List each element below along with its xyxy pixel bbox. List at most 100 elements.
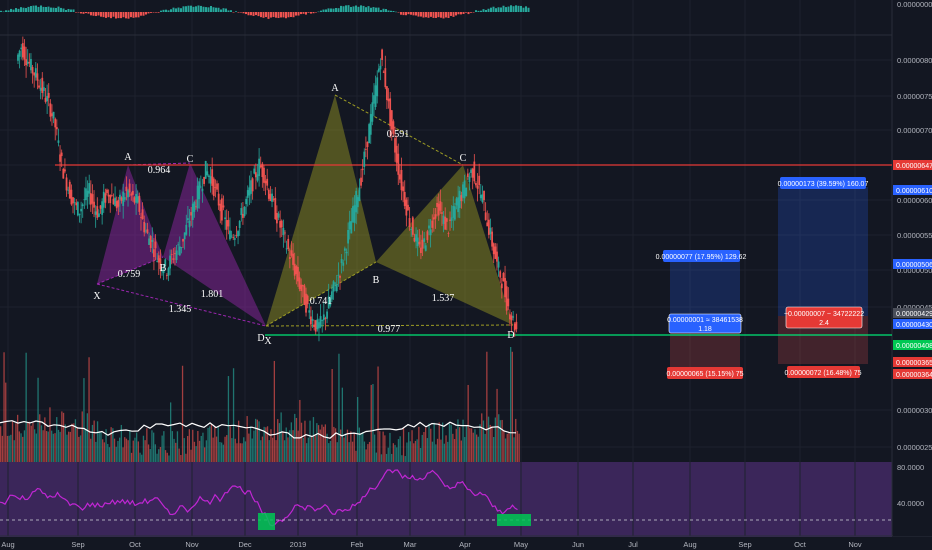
- volume-bar: [1, 435, 3, 462]
- candle-body: [185, 224, 188, 235]
- candle-body: [275, 212, 278, 224]
- volume-bar: [68, 431, 70, 462]
- macd-bar: [202, 6, 205, 12]
- volume-bar: [253, 430, 255, 462]
- volume-bar: [5, 382, 7, 462]
- long-ratio-label: 1.18: [698, 326, 712, 333]
- candle-body: [206, 171, 209, 176]
- price-tag: 0.00000610: [896, 188, 932, 195]
- candle-body: [398, 174, 401, 180]
- volume-bar: [324, 424, 326, 462]
- volume-bar: [214, 426, 216, 462]
- macd-axis-label: 0.00000000: [897, 0, 932, 9]
- candle-body: [225, 220, 228, 230]
- macd-bar: [355, 5, 357, 12]
- candle-body: [364, 148, 367, 150]
- volume-bar: [430, 428, 432, 462]
- candle-body: [115, 201, 118, 209]
- time-tick-label: Dec: [238, 540, 252, 549]
- candle-body: [369, 114, 372, 135]
- volume-bar: [37, 377, 39, 462]
- volume-bar: [333, 426, 335, 462]
- volume-bar: [300, 422, 303, 462]
- volume-bar: [209, 426, 211, 462]
- candle-body: [240, 208, 243, 215]
- candle-body: [123, 197, 126, 200]
- macd-bar: [322, 9, 325, 12]
- price-tag: 0.00000408: [896, 343, 932, 350]
- candle-body: [452, 205, 455, 218]
- volume-bar: [440, 439, 442, 462]
- volume-bar: [6, 435, 9, 462]
- volume-bar: [241, 443, 243, 462]
- candle-body: [88, 183, 91, 194]
- volume-bar: [292, 430, 294, 462]
- candle-body: [300, 284, 303, 291]
- volume-bar: [396, 447, 398, 462]
- macd-bar: [395, 11, 397, 13]
- trading-chart: 0.00000077 (17.95%) 129.62 0.00000001 ≈ …: [0, 0, 932, 550]
- macd-bar: [352, 6, 355, 12]
- candle-body: [174, 253, 176, 255]
- candle-body: [188, 220, 191, 228]
- candle-body: [343, 248, 346, 251]
- macd-bar: [40, 5, 42, 12]
- macd-bar: [462, 12, 465, 14]
- candle-body: [382, 71, 385, 73]
- volume-bar: [498, 414, 500, 462]
- macd-bar: [302, 12, 305, 14]
- candle-body: [479, 194, 482, 199]
- candle-body: [23, 46, 26, 60]
- volume-bar: [130, 452, 133, 462]
- candle-body: [269, 193, 272, 202]
- macd-bar: [237, 12, 240, 13]
- macd-bar: [85, 12, 87, 14]
- macd-bar: [102, 12, 105, 18]
- volume-bar: [358, 427, 360, 462]
- price-tick-label: 0.00000300: [897, 406, 932, 415]
- macd-bar: [247, 12, 250, 16]
- volume-bar: [124, 437, 126, 462]
- candle-body: [28, 62, 31, 64]
- time-tick-label: Aug: [1, 540, 14, 549]
- volume-bar: [450, 424, 452, 462]
- candle-body: [246, 190, 249, 198]
- volume-bar: [511, 351, 513, 462]
- macd-bar: [427, 12, 430, 18]
- candle-body: [350, 221, 353, 234]
- candle-body: [494, 246, 497, 259]
- pattern-1-point-x: X: [93, 291, 101, 302]
- candle-body: [437, 203, 440, 216]
- macd-bar: [92, 12, 95, 16]
- macd-bar: [295, 12, 297, 16]
- macd-bar: [35, 5, 37, 12]
- volume-bar: [416, 439, 418, 462]
- macd-bar: [215, 7, 217, 12]
- candle-body: [390, 110, 393, 130]
- candle-body: [99, 205, 102, 209]
- candle-body: [258, 158, 261, 177]
- volume-bar: [204, 447, 206, 462]
- macd-bar: [422, 12, 425, 18]
- candle-body: [449, 219, 451, 221]
- candle-body: [444, 216, 447, 230]
- candle-body: [60, 152, 63, 157]
- candle-body: [59, 154, 61, 162]
- volume-bar: [484, 433, 486, 462]
- candle-body: [54, 118, 57, 128]
- volume-bar: [280, 412, 282, 462]
- macd-bar: [392, 10, 395, 12]
- volume-bar: [503, 429, 505, 462]
- candle-body: [51, 113, 53, 117]
- candle-body: [272, 198, 275, 200]
- volume-bar: [423, 432, 425, 462]
- volume-bar: [297, 430, 299, 462]
- macd-bar: [472, 12, 475, 13]
- volume-bar: [156, 453, 158, 462]
- candle-body: [64, 169, 66, 172]
- candle-body: [81, 204, 84, 207]
- macd-bar: [52, 7, 55, 12]
- volume-bar: [164, 450, 167, 462]
- macd-bar: [402, 12, 405, 16]
- short-position-tool[interactable]: 0.00000173 (39.59%) 160.07 −0.00000007 −…: [778, 177, 869, 378]
